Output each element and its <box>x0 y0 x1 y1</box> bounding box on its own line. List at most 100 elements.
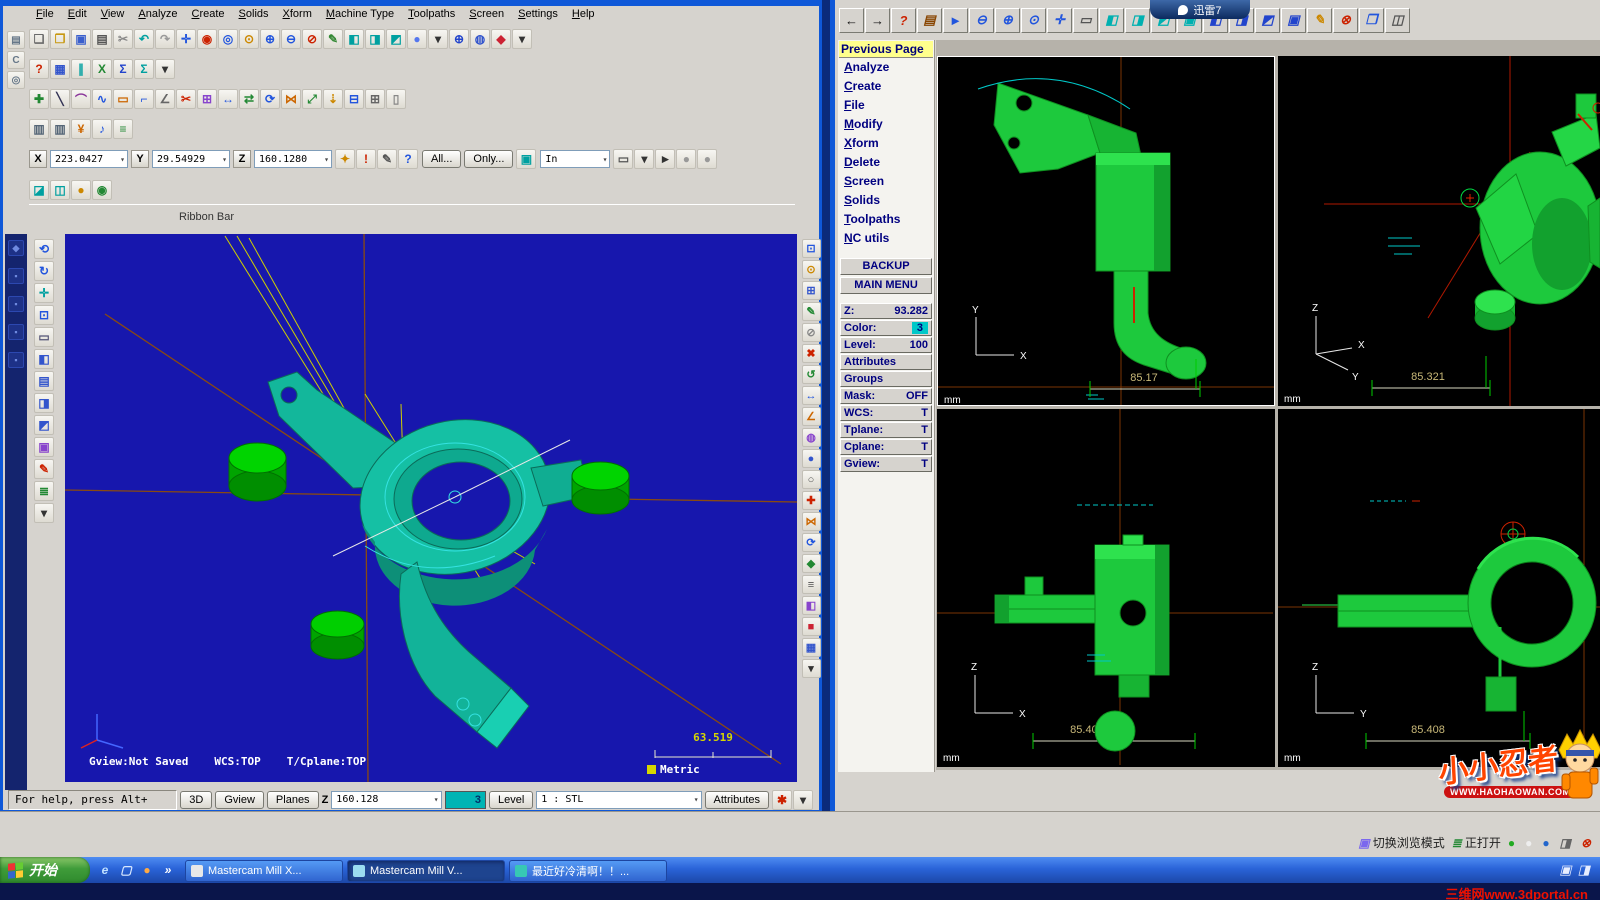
zoom-out-icon[interactable]: ⊖ <box>969 7 994 33</box>
xform-mirror-icon[interactable]: ⋈ <box>281 89 301 109</box>
dock-side-icon[interactable]: ▪ <box>8 268 24 284</box>
dock-c-icon[interactable]: C <box>7 51 25 69</box>
dimension-icon[interactable]: ↔ <box>218 89 238 109</box>
world-icon[interactable]: ⊕ <box>449 29 469 49</box>
wcs-cube-icon[interactable]: ◩ <box>386 29 406 49</box>
offset-icon[interactable]: ≡ <box>801 575 821 594</box>
z-depth-combo[interactable]: 160.128 ▾ <box>331 790 442 809</box>
v9-menu-item[interactable]: File <box>839 96 933 115</box>
menu-item[interactable]: View <box>94 7 132 24</box>
guess-icon[interactable]: ! <box>356 149 376 169</box>
zoom-window-icon[interactable]: ◎ <box>218 29 238 49</box>
help-icon[interactable]: ? <box>891 7 916 33</box>
status-dot-white-icon[interactable]: ● <box>1525 836 1535 850</box>
viewport-side[interactable]: Z Y mm 85.408 <box>1278 409 1600 767</box>
repaint-screen-icon[interactable]: ✎ <box>801 302 821 321</box>
blank-entity-icon[interactable]: ⊘ <box>801 323 821 342</box>
screen-config-icon[interactable]: ❐ <box>1359 7 1384 33</box>
create-line-icon[interactable]: ╲ <box>50 89 70 109</box>
task-chat[interactable]: 最近好冷清啊！！... <box>509 860 667 882</box>
machine-group-icon[interactable]: ▥ <box>29 119 49 139</box>
ime-icon[interactable]: ▣ <box>1559 862 1571 878</box>
cplane-side-icon[interactable]: ◩ <box>1255 7 1280 33</box>
viewport-front[interactable]: Y X mm 85.17 <box>937 56 1275 406</box>
dock-side-icon[interactable]: ▪ <box>8 324 24 340</box>
menu-item[interactable]: File <box>29 7 61 24</box>
mode-3d-button[interactable]: 3D <box>180 790 213 809</box>
pause-icon[interactable]: ∥ <box>71 59 91 79</box>
top-view-icon[interactable]: ▤ <box>34 371 54 391</box>
v9-status-item[interactable]: Color: 3 <box>840 320 932 336</box>
zoom-selected-icon[interactable]: ⊙ <box>801 260 821 279</box>
zoom-window-icon[interactable]: ⊕ <box>995 7 1020 33</box>
xform-scale-icon[interactable]: ⤢ <box>302 89 322 109</box>
menu-item[interactable]: Edit <box>61 7 94 24</box>
side-view-icon[interactable]: ◨ <box>34 393 54 413</box>
show-desktop-icon[interactable]: ▢ <box>117 861 135 879</box>
save-icon[interactable]: ▣ <box>71 29 91 49</box>
sigma-icon[interactable]: Σ <box>113 59 133 79</box>
create-arc-icon[interactable]: ⌒ <box>71 89 91 109</box>
pan-icon[interactable]: ✛ <box>176 29 196 49</box>
dock-side-icon[interactable]: ▪ <box>8 352 24 368</box>
dock-disc-icon[interactable]: ◎ <box>7 71 25 89</box>
select-cursor-icon[interactable]: ► <box>655 149 676 169</box>
v9-menu-item[interactable]: Create <box>839 77 933 96</box>
z-caret-icon[interactable]: ▾ <box>324 155 329 164</box>
backup-button[interactable]: BACKUP <box>840 258 932 275</box>
menu-item[interactable]: Help <box>565 7 602 24</box>
unzoom-icon[interactable]: ⊙ <box>1021 7 1046 33</box>
attributes-icon[interactable]: ◧ <box>801 596 821 615</box>
forward-arrow-icon[interactable]: → <box>865 7 890 33</box>
analyze-area-icon[interactable]: ◍ <box>801 428 821 447</box>
help-icon[interactable]: ? <box>29 59 49 79</box>
select-box-icon[interactable]: ▭ <box>1073 7 1098 33</box>
levels-icon[interactable]: ⊟ <box>344 89 364 109</box>
graphics-viewport[interactable]: Gview:Not Saved WCS:TOP T/Cplane:TOP 63.51… <box>65 234 797 782</box>
level-combo[interactable]: 1 : STL ▾ <box>536 790 702 809</box>
gview-button[interactable]: Gview <box>215 790 264 809</box>
note-icon[interactable]: ▯ <box>386 89 406 109</box>
start-button[interactable]: 开始 <box>0 857 90 883</box>
ruler-icon[interactable]: ✎ <box>1307 7 1332 33</box>
gview-top-icon[interactable]: ◧ <box>1099 7 1124 33</box>
v9-menu-item[interactable]: Xform <box>839 134 933 153</box>
control-def-icon[interactable]: ▥ <box>50 119 70 139</box>
player-icon[interactable]: ● <box>138 861 156 879</box>
level-swatch-icon[interactable]: ▦ <box>801 638 821 657</box>
mirror-entity-icon[interactable]: ⋈ <box>801 512 821 531</box>
ok-icon[interactable]: ◉ <box>92 180 112 200</box>
menu-item[interactable]: Settings <box>511 7 565 24</box>
menu-item[interactable]: Screen <box>462 7 511 24</box>
sigma-alt-icon[interactable]: Σ <box>134 59 154 79</box>
saved-view-icon[interactable]: ▣ <box>34 437 54 457</box>
whats-this-icon[interactable]: ► <box>943 7 968 33</box>
ie-icon[interactable]: e <box>96 861 114 879</box>
y-coordinate-input[interactable]: 29.54929 ▾ <box>152 150 230 168</box>
grid-snap-icon[interactable]: ⊞ <box>801 281 821 300</box>
menu-item[interactable]: Create <box>185 7 232 24</box>
gview-dynamic-icon[interactable]: ⟲ <box>34 239 54 259</box>
v9-menu-item[interactable]: Solids <box>839 191 933 210</box>
rotate-entity-icon[interactable]: ⟳ <box>801 533 821 552</box>
cplane-cube-icon[interactable]: ◨ <box>365 29 385 49</box>
list-icon[interactable]: ≡ <box>113 119 133 139</box>
y-caret-icon[interactable]: ▾ <box>222 155 227 164</box>
v9-menu-item[interactable]: NC utils <box>839 229 933 248</box>
browser-mode-icon[interactable]: ▣ 切换浏览模式 <box>1358 834 1444 851</box>
select-all-circle-icon[interactable]: ● <box>676 149 697 169</box>
v9-status-item[interactable]: Tplane: T <box>840 422 932 438</box>
create-rect-icon[interactable]: ▭ <box>113 89 133 109</box>
level-button[interactable]: Level <box>488 790 534 809</box>
dock-side-icon[interactable]: ◆ <box>8 240 24 256</box>
taskbar-desktop-icon[interactable]: ◨ <box>1578 862 1590 878</box>
v9-status-item[interactable]: WCS: T <box>840 405 932 421</box>
ie-open-icon[interactable]: ≣ 正打开 <box>1452 834 1501 851</box>
fit-view-icon[interactable]: ⊡ <box>34 305 54 325</box>
menu-item[interactable]: Analyze <box>131 7 184 24</box>
second-caret-icon[interactable]: ▾ <box>155 59 175 79</box>
drafting-icon[interactable]: ⊞ <box>197 89 217 109</box>
status-dot-green-icon[interactable]: ● <box>1508 836 1518 850</box>
more-icon[interactable]: » <box>159 861 177 879</box>
wireframe-icon[interactable]: ○ <box>801 470 821 489</box>
